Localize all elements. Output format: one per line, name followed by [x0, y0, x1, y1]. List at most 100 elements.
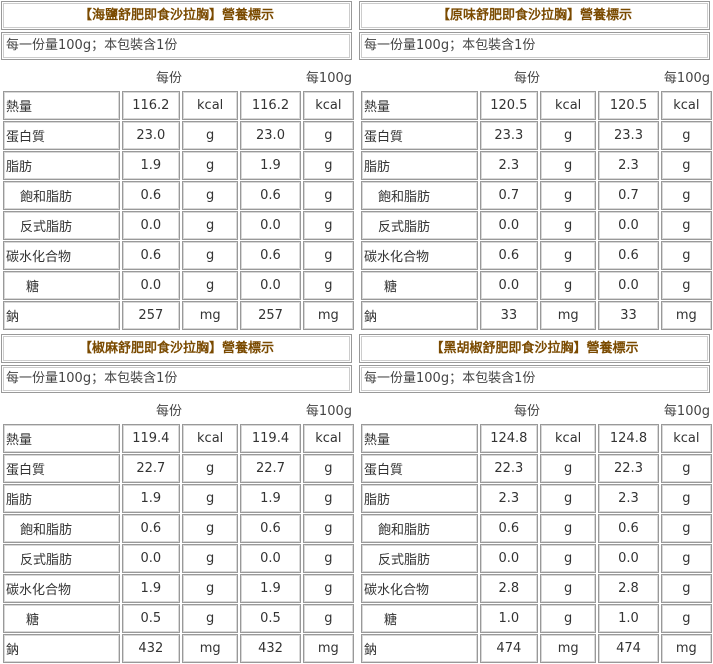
per-100g-value: 22.7 [240, 454, 301, 483]
table-row: 蛋白質 22.3 g 22.3 g [361, 454, 712, 483]
table-row: 糖 0.0 g 0.0 g [361, 271, 712, 300]
per-serving-value: 0.0 [479, 211, 538, 240]
nutrient-name: 蛋白質 [361, 121, 478, 150]
per-serving-value: 33 [479, 301, 538, 330]
per-100g-unit: g [660, 544, 712, 573]
per-100g-unit: g [660, 121, 712, 150]
nutrient-name: 糖 [361, 604, 478, 633]
panel-title: 【原味舒肥即食沙拉胸】營養標示 [359, 1, 710, 30]
per-100g-unit: g [660, 484, 712, 513]
per-serving-unit: g [540, 514, 597, 543]
nutrition-table: 熱量 116.2 kcal 116.2 kcal 蛋白質 23.0 g 23.0 g 脂肪 1.9… [1, 90, 356, 331]
table-row: 糖 0.0 g 0.0 g [3, 271, 354, 300]
nutrient-name: 碳水化合物 [3, 574, 120, 603]
per-100g-value: 0.6 [240, 181, 301, 210]
table-row: 碳水化合物 0.6 g 0.6 g [361, 241, 712, 270]
per-100g-unit: g [302, 151, 354, 180]
table-row: 熱量 124.8 kcal 124.8 kcal [361, 424, 712, 453]
table-row: 熱量 116.2 kcal 116.2 kcal [3, 91, 354, 120]
per-serving-value: 2.8 [479, 574, 538, 603]
per-100g-unit: g [302, 271, 354, 300]
per-serving-value: 0.6 [479, 514, 538, 543]
per-100g-value: 2.3 [598, 151, 659, 180]
per-serving-value: 116.2 [121, 91, 180, 120]
table-row: 脂肪 2.3 g 2.3 g [361, 151, 712, 180]
per-serving-unit: g [182, 574, 239, 603]
nutrition-panel-black-pepper: 【黑胡椒舒肥即食沙拉胸】營養標示 每一份量100g；本包裝含1份 每份 每100… [359, 334, 713, 664]
per-100g-unit: g [302, 454, 354, 483]
per-100g-value: 1.9 [240, 151, 301, 180]
per-100g-unit: g [302, 181, 354, 210]
per-100g-value: 0.7 [598, 181, 659, 210]
table-row: 碳水化合物 2.8 g 2.8 g [361, 574, 712, 603]
nutrient-name: 熱量 [361, 424, 478, 453]
per-serving-unit: g [182, 484, 239, 513]
per-serving-value: 0.6 [121, 241, 180, 270]
per-100g-value: 0.0 [598, 271, 659, 300]
nutrient-name: 糖 [3, 604, 120, 633]
serving-info: 每一份量100g；本包裝含1份 [1, 365, 352, 393]
panel-title: 【黑胡椒舒肥即食沙拉胸】營養標示 [359, 334, 710, 363]
per-100g-header: 每100g [663, 404, 710, 419]
per-100g-value: 0.0 [598, 544, 659, 573]
per-100g-value: 33 [598, 301, 659, 330]
per-100g-value: 120.5 [598, 91, 659, 120]
per-100g-value: 257 [240, 301, 301, 330]
per-serving-unit: kcal [540, 424, 597, 453]
per-serving-value: 0.5 [121, 604, 180, 633]
per-serving-value: 23.3 [479, 121, 538, 150]
table-row: 反式脂肪 0.0 g 0.0 g [3, 544, 354, 573]
per-serving-value: 0.0 [479, 271, 538, 300]
per-100g-unit: g [660, 604, 712, 633]
table-row: 糖 1.0 g 1.0 g [361, 604, 712, 633]
nutrient-name: 蛋白質 [3, 121, 120, 150]
serving-info: 每一份量100g；本包裝含1份 [1, 32, 352, 60]
per-100g-value: 0.0 [240, 211, 301, 240]
per-serving-value: 22.3 [479, 454, 538, 483]
per-100g-unit: kcal [302, 91, 354, 120]
per-serving-unit: mg [182, 301, 239, 330]
per-100g-unit: g [660, 574, 712, 603]
nutrient-name: 脂肪 [3, 484, 120, 513]
per-serving-unit: g [540, 574, 597, 603]
per-serving-unit: g [540, 151, 597, 180]
nutrient-name: 脂肪 [361, 151, 478, 180]
per-100g-value: 1.9 [240, 574, 301, 603]
per-serving-header: 每份 [156, 71, 183, 86]
nutrient-name: 飽和脂肪 [3, 181, 120, 210]
per-serving-unit: g [182, 241, 239, 270]
table-row: 飽和脂肪 0.6 g 0.6 g [3, 514, 354, 543]
nutrient-name: 飽和脂肪 [3, 514, 120, 543]
per-100g-unit: g [302, 604, 354, 633]
per-serving-value: 0.0 [121, 211, 180, 240]
per-100g-value: 1.0 [598, 604, 659, 633]
per-serving-value: 0.6 [121, 514, 180, 543]
per-serving-unit: g [182, 121, 239, 150]
nutrient-name: 鈉 [361, 301, 478, 330]
table-row: 鈉 257 mg 257 mg [3, 301, 354, 330]
per-serving-value: 257 [121, 301, 180, 330]
nutrient-name: 碳水化合物 [3, 241, 120, 270]
per-100g-value: 23.0 [240, 121, 301, 150]
per-serving-value: 23.0 [121, 121, 180, 150]
per-100g-unit: kcal [302, 424, 354, 453]
per-100g-unit: mg [660, 301, 712, 330]
per-serving-unit: g [540, 544, 597, 573]
per-100g-unit: g [660, 181, 712, 210]
per-serving-value: 0.6 [121, 181, 180, 210]
table-row: 熱量 119.4 kcal 119.4 kcal [3, 424, 354, 453]
per-serving-unit: g [540, 271, 597, 300]
per-serving-unit: kcal [182, 424, 239, 453]
panel-title: 【海鹽舒肥即食沙拉胸】營養標示 [1, 1, 352, 30]
per-serving-value: 22.7 [121, 454, 180, 483]
per-serving-unit: g [182, 181, 239, 210]
table-row: 碳水化合物 0.6 g 0.6 g [3, 241, 354, 270]
table-row: 脂肪 2.3 g 2.3 g [361, 484, 712, 513]
per-100g-value: 1.9 [240, 484, 301, 513]
serving-info: 每一份量100g；本包裝含1份 [359, 365, 710, 393]
per-100g-unit: g [660, 514, 712, 543]
per-100g-value: 2.3 [598, 484, 659, 513]
per-100g-value: 124.8 [598, 424, 659, 453]
per-100g-value: 116.2 [240, 91, 301, 120]
nutrient-name: 糖 [3, 271, 120, 300]
